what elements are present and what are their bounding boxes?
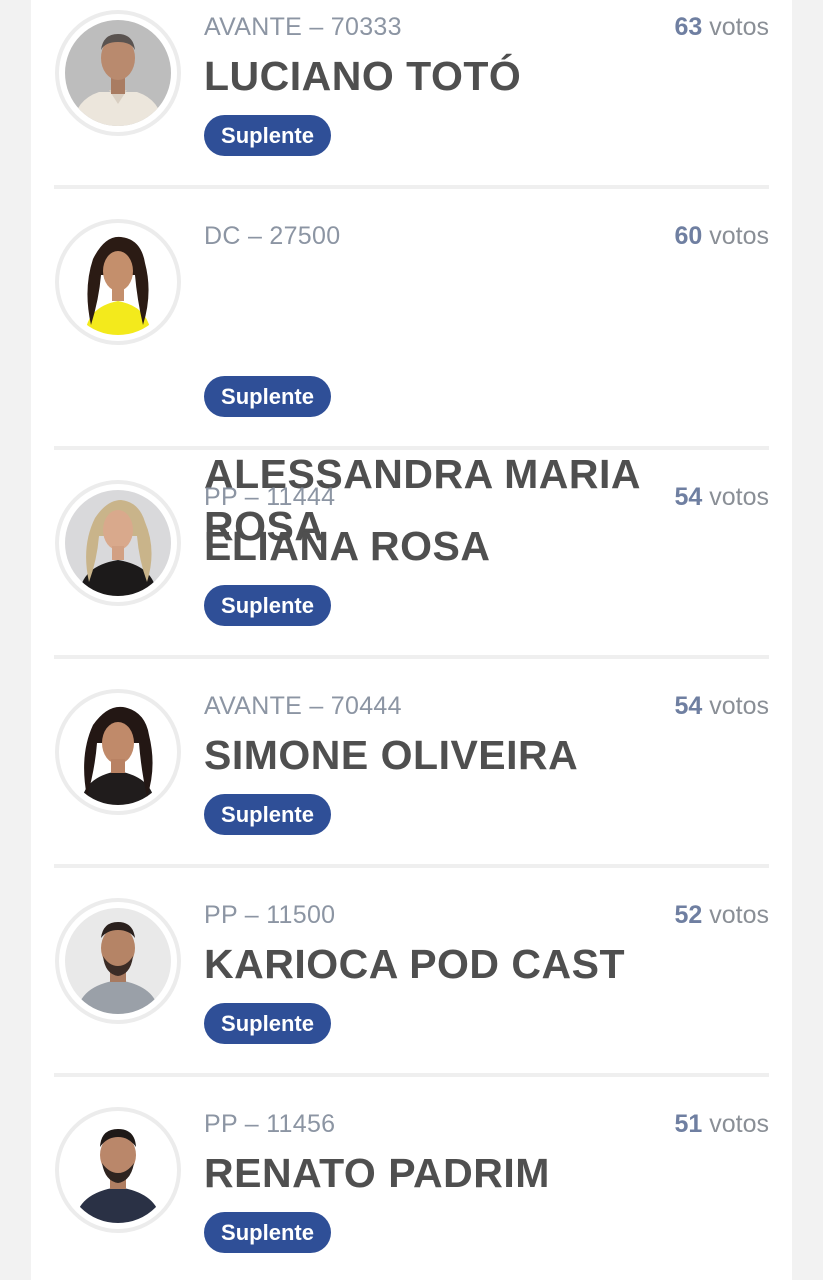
candidate-row[interactable]: PP – 11456 51 votos RENATO PADRIM Suplen… (54, 1077, 769, 1280)
candidate-party: PP – 11444 (204, 483, 336, 511)
candidate-photo (65, 490, 171, 596)
candidate-name: KARIOCA POD CAST (204, 941, 626, 987)
candidate-photo (65, 1117, 171, 1223)
vote-count: 54 (674, 483, 703, 511)
vote-unit: votos (709, 483, 769, 511)
candidate-avatar (55, 219, 181, 345)
candidate-votes: 52 votos (674, 901, 769, 930)
candidate-name: LUCIANO TOTÓ (204, 53, 522, 99)
vote-unit: votos (709, 901, 769, 929)
vote-unit: votos (709, 1110, 769, 1138)
status-badge: Suplente (204, 585, 331, 626)
candidate-row[interactable]: DC – 27500 60 votos ALESSANDRA MARIA ROS… (54, 189, 769, 549)
candidate-photo (65, 20, 171, 126)
candidate-name: SIMONE OLIVEIRA (204, 732, 579, 778)
status-badge: Suplente (204, 1212, 331, 1253)
vote-unit: votos (709, 692, 769, 720)
candidate-photo (65, 699, 171, 805)
vote-unit: votos (709, 222, 769, 250)
candidate-votes: 60 votos (674, 222, 769, 251)
candidate-votes: 54 votos (674, 692, 769, 721)
candidate-party: AVANTE – 70333 (204, 13, 402, 41)
vote-count: 54 (674, 692, 703, 720)
vote-unit: votos (709, 13, 769, 41)
candidate-avatar (55, 1107, 181, 1233)
candidate-photo (65, 908, 171, 1014)
candidate-party: AVANTE – 70444 (204, 692, 402, 720)
candidate-avatar (55, 689, 181, 815)
vote-count: 52 (674, 901, 703, 929)
candidate-row[interactable]: AVANTE – 70333 63 votos LUCIANO TOTÓ Sup… (54, 0, 769, 189)
status-badge: Suplente (204, 115, 331, 156)
status-badge: Suplente (204, 1003, 331, 1044)
candidate-avatar (55, 10, 181, 136)
candidate-party: PP – 11456 (204, 1110, 336, 1138)
candidate-votes: 51 votos (674, 1110, 769, 1139)
candidate-name: ELIANA ROSA (204, 523, 491, 569)
candidate-list: AVANTE – 70333 63 votos LUCIANO TOTÓ Sup… (54, 0, 769, 1280)
vote-count: 63 (674, 13, 703, 41)
candidate-party: DC – 27500 (204, 222, 341, 250)
status-badge: Suplente (204, 376, 331, 417)
candidate-row[interactable]: PP – 11444 54 votos ELIANA ROSA Suplente (54, 450, 769, 659)
candidate-photo (65, 229, 171, 335)
candidate-votes: 54 votos (674, 483, 769, 512)
candidate-avatar (55, 480, 181, 606)
candidate-row[interactable]: AVANTE – 70444 54 votos SIMONE OLIVEIRA … (54, 659, 769, 868)
candidate-avatar (55, 898, 181, 1024)
candidate-votes: 63 votos (674, 13, 769, 42)
status-badge: Suplente (204, 794, 331, 835)
candidate-name: RENATO PADRIM (204, 1150, 550, 1196)
candidates-card: AVANTE – 70333 63 votos LUCIANO TOTÓ Sup… (31, 0, 792, 1280)
vote-count: 60 (674, 222, 703, 250)
candidate-row[interactable]: PP – 11500 52 votos KARIOCA POD CAST Sup… (54, 868, 769, 1077)
vote-count: 51 (674, 1110, 703, 1138)
candidate-party: PP – 11500 (204, 901, 336, 929)
